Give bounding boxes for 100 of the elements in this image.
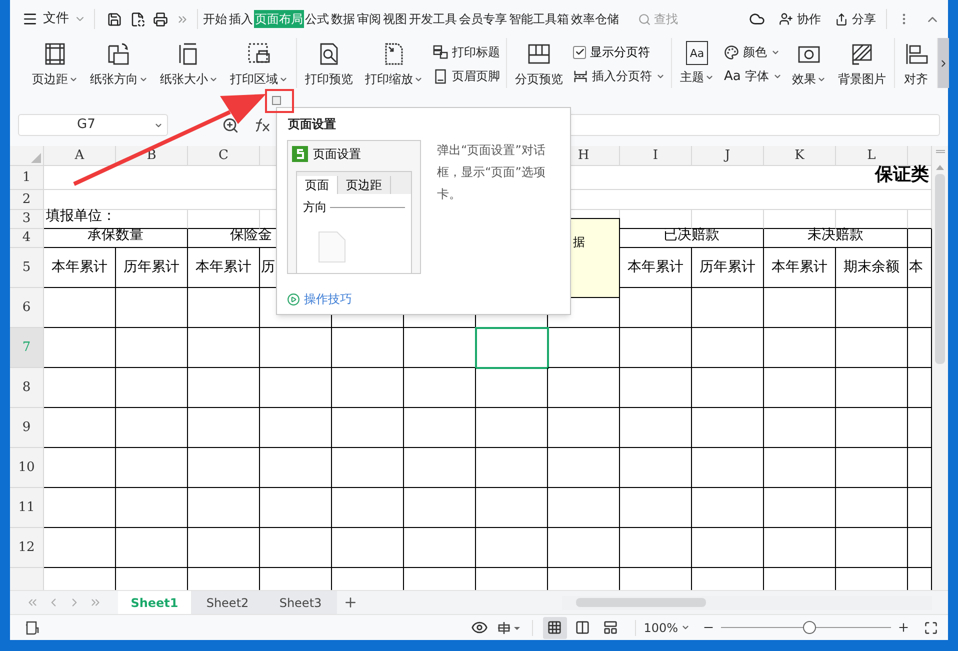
- row-header[interactable]: 8: [10, 368, 44, 408]
- zoom-slider[interactable]: [721, 620, 891, 634]
- save-icon[interactable]: [107, 12, 122, 26]
- row-header[interactable]: 5: [10, 248, 44, 288]
- column-header[interactable]: I: [620, 146, 692, 166]
- ribbon-button[interactable]: Aa 主题: [678, 38, 716, 88]
- name-box[interactable]: G7: [18, 114, 168, 136]
- theme-icon: Aa: [686, 41, 708, 65]
- table-cell: [44, 488, 116, 528]
- row-header[interactable]: 6: [10, 288, 44, 328]
- caret-icon: [681, 623, 690, 632]
- row-header[interactable]: 1: [10, 166, 44, 190]
- ribbon-button[interactable]: 页边距: [30, 38, 80, 88]
- ribbon-button[interactable]: 打印缩放: [363, 38, 425, 88]
- header-action[interactable]: 协作: [779, 10, 821, 28]
- ribbon-tab[interactable]: 视图: [382, 10, 408, 28]
- slider-thumb[interactable]: [803, 621, 816, 634]
- table-cell: [44, 288, 116, 328]
- table-cell: [836, 368, 908, 408]
- ribbon-tab[interactable]: 效率仓储: [570, 10, 620, 28]
- column-header[interactable]: C: [188, 146, 260, 166]
- row-header[interactable]: 9: [10, 408, 44, 448]
- row-header[interactable]: 3: [10, 210, 44, 229]
- file-menu[interactable]: 文件: [22, 9, 86, 29]
- ribbon-tab[interactable]: 智能工具箱: [508, 10, 570, 28]
- cloud-icon[interactable]: [749, 11, 765, 27]
- table-cell: [692, 488, 764, 528]
- table-cell: 本年累计: [764, 248, 836, 288]
- column-header[interactable]: K: [764, 146, 836, 166]
- ribbon-tab[interactable]: 插入: [228, 10, 254, 28]
- ribbon-tab[interactable]: 开发工具: [408, 10, 458, 28]
- table-cell: [764, 448, 836, 488]
- table-cell: [476, 488, 548, 528]
- table-cell: [692, 288, 764, 328]
- ribbon-tab[interactable]: 审阅: [356, 10, 382, 28]
- table-cell: [188, 408, 260, 448]
- menu-icon: [22, 11, 38, 27]
- table-cell: [44, 528, 116, 568]
- table-cell: [404, 448, 476, 488]
- ribbon-button[interactable]: 打印标题: [433, 43, 500, 61]
- zoom-in-icon[interactable]: [897, 621, 910, 634]
- ribbon-button[interactable]: 页眉页脚: [433, 67, 500, 85]
- ribbon-button[interactable]: 颜色: [724, 43, 782, 61]
- ribbon-button[interactable]: Aa 字体: [724, 67, 782, 85]
- ribbon-tab[interactable]: 会员专享: [458, 10, 508, 28]
- sheet-tab[interactable]: Sheet3: [264, 590, 337, 614]
- table-cell: [188, 488, 260, 528]
- ribbon-tab[interactable]: 公式: [304, 10, 330, 28]
- ribbon-tab[interactable]: 开始: [202, 10, 228, 28]
- add-user-icon: [779, 12, 793, 26]
- zoom-icon[interactable]: [222, 117, 239, 134]
- table-cell: [764, 288, 836, 328]
- crosshair-icon[interactable]: [496, 620, 522, 636]
- ribbon-button[interactable]: 纸张方向: [88, 38, 150, 88]
- fullscreen-icon[interactable]: [924, 620, 938, 634]
- table-cell: [332, 368, 404, 408]
- table-cell: [836, 488, 908, 528]
- table-cell: 本年累计: [188, 248, 260, 288]
- ribbon-button[interactable]: 对齐: [900, 38, 931, 88]
- table-cell: [620, 488, 692, 528]
- dialog-launcher-icon[interactable]: [272, 96, 282, 106]
- table-cell: [332, 488, 404, 528]
- ribbon-button[interactable]: 分页预览: [513, 38, 565, 88]
- ribbon-button[interactable]: 插入分页符: [573, 67, 665, 85]
- row-header[interactable]: 12: [10, 528, 44, 568]
- table-cell: [836, 528, 908, 568]
- add-sheet-icon[interactable]: [343, 595, 358, 610]
- table-cell: [404, 368, 476, 408]
- table-cell: [332, 528, 404, 568]
- row-header[interactable]: 4: [10, 229, 44, 248]
- row-header[interactable]: 11: [10, 488, 44, 528]
- ribbon-tab[interactable]: 数据: [330, 10, 356, 28]
- header-action[interactable]: 分享: [835, 10, 876, 28]
- checkbox-option[interactable]: 显示分页符: [573, 43, 665, 61]
- print-icon[interactable]: [153, 12, 168, 26]
- row-header[interactable]: 2: [10, 190, 44, 210]
- function-icon[interactable]: [253, 117, 271, 133]
- table-cell: [764, 210, 836, 229]
- vertical-scrollbar[interactable]: [932, 146, 948, 590]
- eye-icon[interactable]: [470, 619, 488, 636]
- sheet-tab[interactable]: Sheet2: [191, 590, 264, 614]
- zoom-level[interactable]: 100%: [644, 618, 690, 636]
- table-cell: [620, 448, 692, 488]
- ribbon-button[interactable]: 效果: [790, 38, 828, 88]
- ribbon-button[interactable]: 背景图片: [836, 38, 888, 88]
- ribbon-button[interactable]: 纸张大小: [158, 38, 220, 88]
- check-icon: [574, 47, 584, 57]
- export-icon[interactable]: [130, 12, 145, 26]
- view-button[interactable]: [542, 616, 567, 638]
- macro-icon[interactable]: [24, 620, 40, 636]
- column-header[interactable]: A: [44, 146, 116, 166]
- ribbon-button[interactable]: 打印区域: [228, 38, 290, 88]
- column-header[interactable]: L: [836, 146, 908, 166]
- tips-link[interactable]: 操作技巧: [287, 290, 352, 308]
- ribbon-button[interactable]: 打印预览: [303, 38, 355, 88]
- row-header[interactable]: 10: [10, 448, 44, 488]
- column-header[interactable]: J: [692, 146, 764, 166]
- checkbox[interactable]: [573, 46, 586, 58]
- table-cell: [836, 288, 908, 328]
- table-cell: [692, 408, 764, 448]
